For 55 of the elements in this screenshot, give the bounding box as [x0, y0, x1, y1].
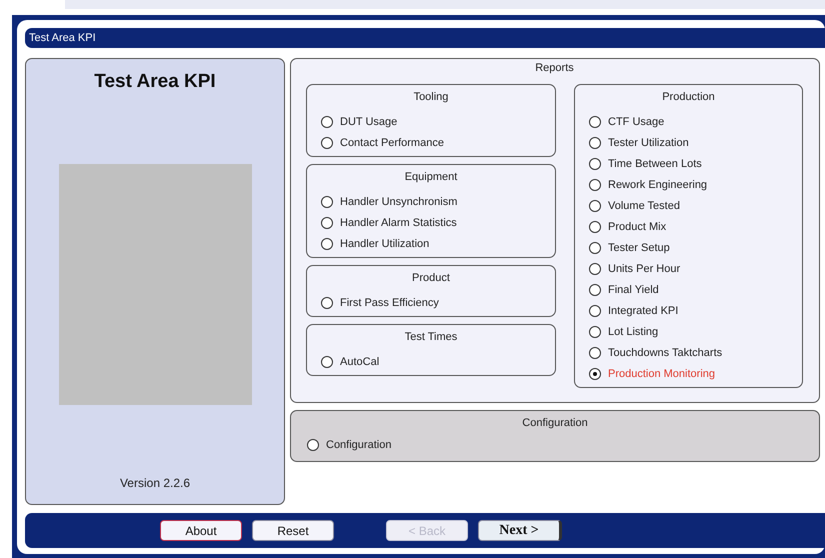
- option-label[interactable]: Handler Unsynchronism: [340, 196, 458, 208]
- radio-button[interactable]: [321, 196, 333, 208]
- app-heading: Test Area KPI: [94, 71, 216, 93]
- window-title: Test Area KPI: [25, 28, 825, 48]
- radio-button[interactable]: [589, 158, 601, 170]
- radio-button[interactable]: [589, 368, 601, 380]
- radio-button[interactable]: [321, 216, 333, 228]
- radio-button[interactable]: [589, 326, 601, 338]
- radio-button[interactable]: [321, 116, 333, 128]
- option-label[interactable]: Units Per Hour: [608, 262, 680, 274]
- radio-button[interactable]: [589, 284, 601, 296]
- radio-button[interactable]: [589, 242, 601, 254]
- option-label[interactable]: AutoCal: [340, 356, 380, 368]
- push-button[interactable]: Reset: [252, 520, 334, 541]
- radio-button[interactable]: [589, 178, 601, 190]
- option-label[interactable]: Volume Tested: [608, 200, 680, 212]
- radio-button[interactable]: [321, 136, 333, 148]
- radio-button[interactable]: [589, 262, 601, 274]
- radio-button[interactable]: [589, 346, 601, 358]
- radio-button[interactable]: [589, 116, 601, 128]
- default-button[interactable]: Next >: [478, 520, 562, 541]
- group-title: Test Times: [404, 330, 458, 345]
- option-label[interactable]: Time Between Lots: [608, 158, 702, 170]
- push-button[interactable]: About: [160, 520, 242, 541]
- option-label[interactable]: Production Monitoring: [608, 368, 716, 380]
- radio-button[interactable]: [589, 136, 601, 148]
- option-label[interactable]: Tester Setup: [608, 242, 670, 254]
- option-label[interactable]: Product Mix: [608, 220, 666, 232]
- version-label: Version 2.2.6: [120, 476, 190, 490]
- option-label[interactable]: Tester Utilization: [608, 136, 689, 148]
- group-title: Tooling: [412, 90, 450, 105]
- option-label[interactable]: DUT Usage: [340, 116, 398, 128]
- radio-button[interactable]: [589, 220, 601, 232]
- option-label[interactable]: Touchdowns Taktcharts: [608, 346, 722, 358]
- reports-title: Reports: [534, 62, 575, 76]
- option-label[interactable]: Lot Listing: [608, 326, 658, 338]
- option-label[interactable]: CTF Usage: [608, 116, 664, 128]
- option-label[interactable]: Configuration: [326, 438, 392, 450]
- radio-button[interactable]: [589, 304, 601, 316]
- radio-button[interactable]: [321, 238, 333, 250]
- group-title: Equipment: [404, 170, 458, 185]
- radio-button[interactable]: [321, 356, 333, 368]
- option-label[interactable]: Rework Engineering: [608, 178, 708, 190]
- radio-button[interactable]: [321, 296, 333, 308]
- option-label[interactable]: Integrated KPI: [608, 304, 678, 316]
- option-label[interactable]: Handler Utilization: [340, 238, 430, 250]
- radio-button[interactable]: [589, 200, 601, 212]
- group-title: Configuration: [521, 416, 589, 431]
- option-label[interactable]: Handler Alarm Statistics: [340, 216, 457, 228]
- group-title: Product: [411, 271, 451, 286]
- option-label[interactable]: First Pass Efficiency: [340, 296, 439, 308]
- option-label[interactable]: Contact Performance: [340, 136, 444, 148]
- radio-button[interactable]: [307, 438, 319, 450]
- option-label[interactable]: Final Yield: [608, 284, 659, 296]
- group-title: Production: [661, 90, 716, 105]
